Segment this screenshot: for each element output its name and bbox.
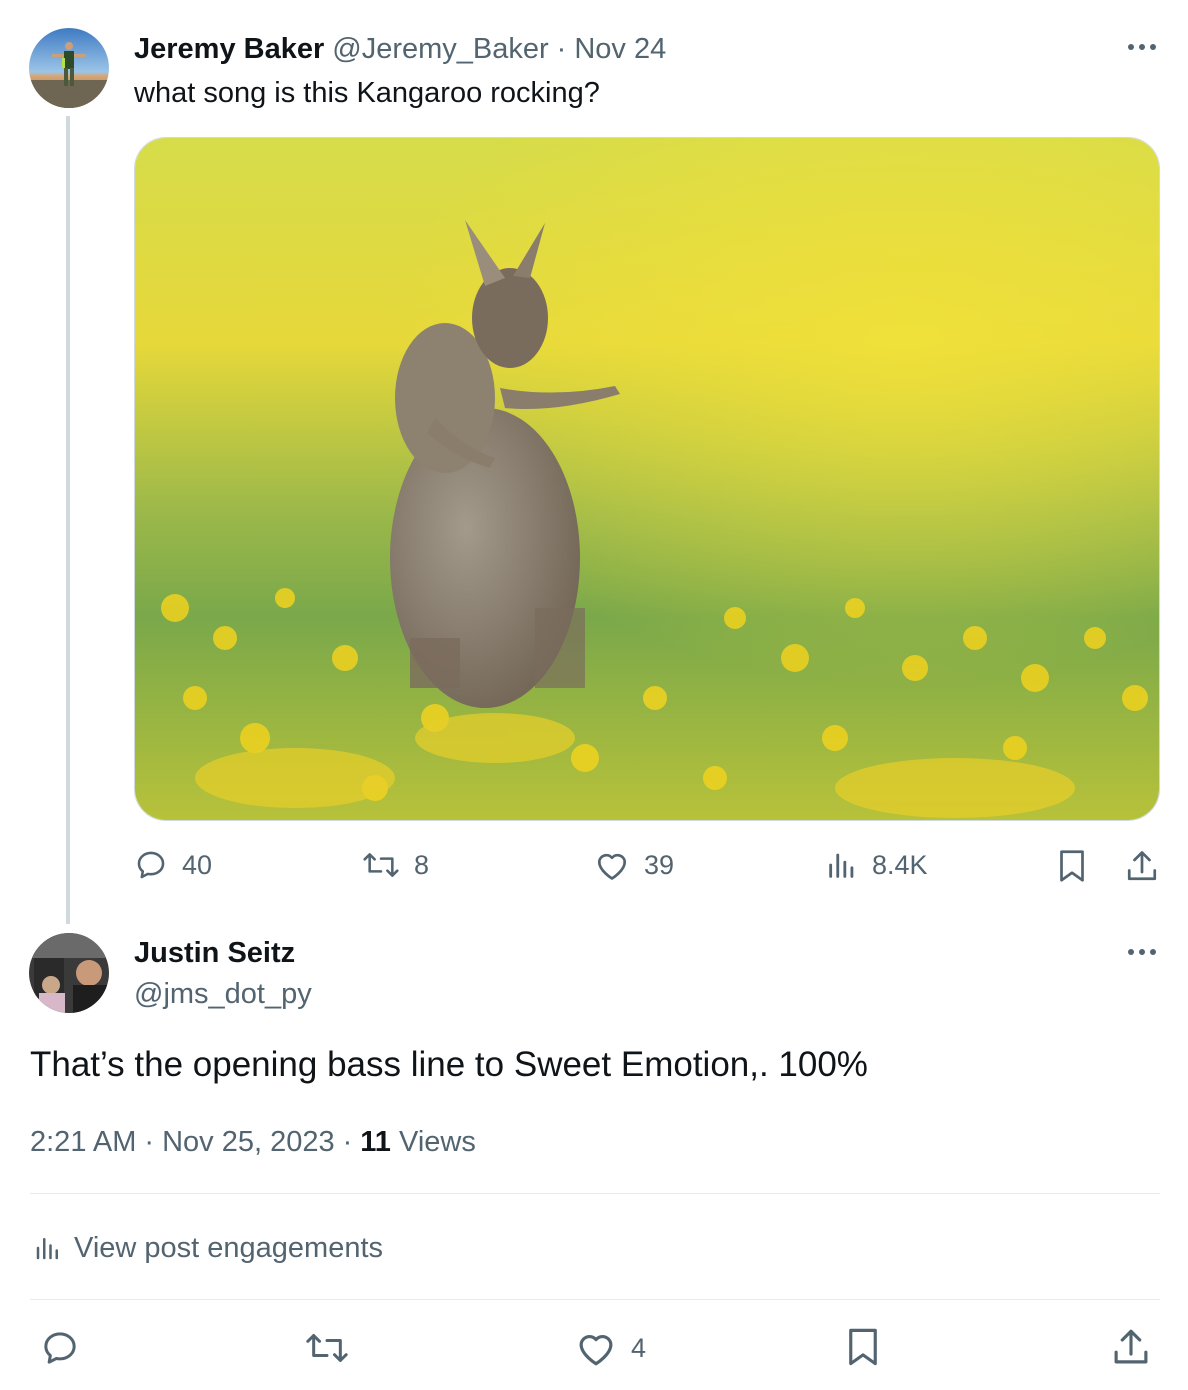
more-icon[interactable] bbox=[1128, 949, 1156, 955]
engagements-label: View post engagements bbox=[74, 1231, 384, 1264]
views-number: 11 bbox=[360, 1125, 391, 1158]
share-button[interactable] bbox=[1110, 1326, 1152, 1368]
reply-count: 40 bbox=[182, 849, 213, 880]
reply-author-handle[interactable]: @jms_dot_py bbox=[134, 975, 312, 1013]
repost-icon bbox=[306, 1334, 348, 1362]
views-count: 8.4K bbox=[872, 849, 928, 880]
views-label: Views bbox=[399, 1125, 476, 1158]
bookmark-icon bbox=[849, 1328, 877, 1366]
views-icon bbox=[829, 853, 854, 878]
avatar-image bbox=[29, 933, 109, 1013]
meta-separator: · bbox=[342, 1125, 353, 1158]
repost-button[interactable]: 8 bbox=[362, 848, 429, 882]
views-button[interactable]: 8.4K bbox=[826, 848, 928, 882]
like-count: 4 bbox=[631, 1332, 647, 1363]
header-separator: · bbox=[556, 32, 567, 65]
reply-time[interactable]: 2:21 AM bbox=[30, 1126, 136, 1159]
more-icon[interactable] bbox=[1128, 44, 1156, 50]
repost-icon bbox=[363, 853, 399, 877]
post-text: what song is this Kangaroo rocking? bbox=[134, 77, 600, 109]
meta-separator: · bbox=[144, 1125, 155, 1158]
share-icon bbox=[1127, 851, 1157, 881]
avatar-justin-seitz[interactable] bbox=[29, 933, 109, 1013]
divider bbox=[30, 1299, 1160, 1300]
thread-connector-line bbox=[66, 116, 70, 924]
author-name[interactable]: Jeremy Baker bbox=[134, 33, 324, 66]
author-handle[interactable]: @Jeremy_Baker bbox=[332, 33, 548, 66]
reply-text: That’s the opening bass line to Sweet Em… bbox=[30, 1045, 868, 1084]
repost-button[interactable] bbox=[305, 1328, 349, 1368]
share-icon bbox=[1114, 1329, 1148, 1364]
like-button[interactable]: 4 bbox=[575, 1328, 646, 1368]
divider bbox=[30, 1193, 1160, 1194]
kangaroo-photo bbox=[135, 138, 1159, 820]
bookmark-icon bbox=[1060, 850, 1084, 882]
bookmark-button[interactable] bbox=[845, 1326, 881, 1368]
post-date[interactable]: Nov 24 bbox=[574, 33, 666, 66]
like-count: 39 bbox=[644, 849, 675, 880]
reply-icon bbox=[44, 1332, 76, 1364]
view-engagements-link[interactable]: View post engagements bbox=[34, 1228, 383, 1268]
reply-date[interactable]: Nov 25, 2023 bbox=[162, 1126, 335, 1159]
post-media[interactable] bbox=[134, 137, 1160, 821]
reply-button[interactable] bbox=[40, 1328, 80, 1368]
like-icon bbox=[597, 853, 627, 880]
author-name[interactable]: Justin Seitz bbox=[134, 937, 295, 969]
avatar-jeremy-baker[interactable] bbox=[29, 28, 109, 108]
reply-icon bbox=[137, 851, 165, 879]
like-icon bbox=[579, 1334, 613, 1366]
views-icon bbox=[36, 1238, 58, 1260]
like-button[interactable]: 39 bbox=[594, 848, 674, 882]
reply-author-name[interactable]: Justin Seitz bbox=[134, 934, 295, 972]
avatar-image bbox=[29, 28, 109, 108]
reply-meta: 2:21 AM · Nov 25, 2023 · 11 Views bbox=[30, 1122, 476, 1162]
repost-count: 8 bbox=[414, 849, 430, 880]
reply-button[interactable]: 40 bbox=[134, 848, 212, 882]
bookmark-button[interactable] bbox=[1056, 848, 1088, 884]
share-button[interactable] bbox=[1124, 848, 1160, 884]
post-header: Jeremy Baker @Jeremy_Baker · Nov 24 bbox=[134, 30, 666, 68]
